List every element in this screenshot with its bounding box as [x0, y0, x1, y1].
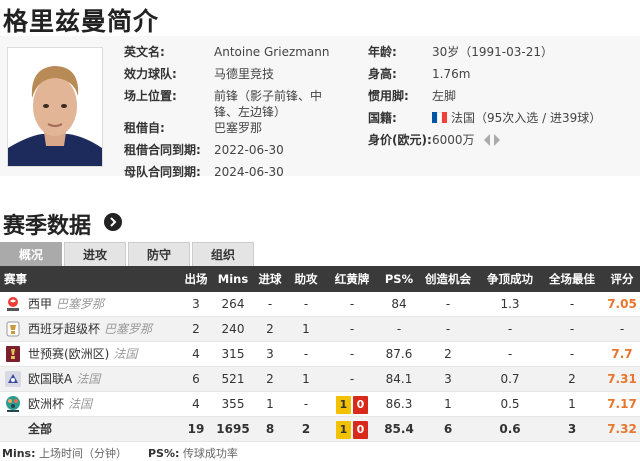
cell-mins: 240 [221, 322, 245, 336]
competition-logo-icon [4, 295, 22, 313]
cell-mins: 355 [221, 397, 245, 411]
cell-ps: 86.3 [385, 397, 413, 411]
cell-ps: 84 [391, 297, 407, 311]
competition-logo-icon [4, 345, 22, 363]
cell-rating: 7.7 [611, 347, 633, 361]
cell-chances: 6 [443, 422, 453, 436]
yellow-card-icon: 1 [336, 420, 351, 439]
team-name[interactable]: 巴塞罗那 [104, 322, 152, 336]
table-row: 世预赛(欧洲区) 法国 4 315 3 - - 87.6 2 - - 7.7 [0, 342, 640, 367]
cell-assists: 1 [302, 322, 310, 336]
competition-cell[interactable]: 欧国联A 法国 [28, 367, 100, 392]
cell-aerial: - [507, 347, 513, 361]
cell-apps: 3 [192, 297, 200, 311]
cell-aerial: 0.5 [500, 397, 520, 411]
cell-ps: 84.1 [385, 372, 413, 386]
cell-assists: - [303, 297, 309, 311]
cell-chances: - [445, 322, 451, 336]
tab-organize[interactable]: 组织 [192, 242, 254, 266]
team-name[interactable]: 法国 [113, 347, 137, 361]
cell-goals: 2 [266, 372, 274, 386]
cell-ps: - [396, 322, 402, 336]
france-flag-icon [432, 111, 447, 123]
total-label: 全部 [28, 422, 53, 436]
stats-table-header: 赛事 出场 Mins 进球 助攻 红黄牌 PS% 创造机会 争顶成功 全场最佳 … [0, 266, 640, 292]
cell-mins: 521 [221, 372, 245, 386]
competition-logo-icon [4, 395, 22, 413]
cell-goals: 8 [265, 422, 275, 436]
cell-cards: - [349, 322, 355, 336]
player-photo [7, 47, 103, 167]
cell-motm: 3 [567, 422, 577, 436]
value-trend-icon[interactable] [484, 134, 501, 150]
cell-assists: - [303, 397, 309, 411]
tab-overview[interactable]: 概况 [0, 242, 62, 266]
table-row: 欧国联A 法国 6 521 2 1 - 84.1 3 0.7 2 7.31 [0, 367, 640, 392]
cell-cards: - [349, 347, 355, 361]
cell-mins: 264 [221, 297, 245, 311]
competition-cell[interactable]: 西班牙超级杯 巴塞罗那 [28, 317, 152, 342]
table-legend: Mins: 上场时间（分钟） PS%: 传球成功率 [2, 447, 238, 460]
competition-cell[interactable]: 欧洲杯 法国 [28, 392, 92, 417]
cell-ps: 87.6 [385, 347, 413, 361]
cell-aerial: 1.3 [500, 297, 520, 311]
player-profile-card: 英文名: Antoine Griezmann 效力球队: 马德里竞技 场上位置:… [0, 36, 640, 179]
team-name[interactable]: 法国 [68, 397, 92, 411]
cell-rating: 7.17 [607, 397, 637, 411]
cell-aerial: 0.6 [499, 422, 521, 436]
page-title: 格里兹曼简介 [3, 7, 160, 36]
cell-motm: 1 [568, 397, 576, 411]
cell-motm: - [569, 322, 575, 336]
cell-ps: 85.4 [384, 422, 414, 436]
cell-cards: - [349, 297, 355, 311]
cell-cards: 10 [336, 417, 368, 442]
red-card-icon: 0 [353, 395, 368, 414]
cell-assists: 1 [302, 372, 310, 386]
cell-chances: - [445, 297, 451, 311]
team-name[interactable]: 巴塞罗那 [56, 297, 104, 311]
cell-rating: - [619, 322, 625, 336]
cell-apps: 4 [192, 397, 200, 411]
cell-mins: 1695 [216, 422, 250, 436]
cell-cards: - [349, 372, 355, 386]
tab-defense[interactable]: 防守 [128, 242, 190, 266]
red-card-icon: 0 [353, 420, 368, 439]
cell-assists: - [303, 347, 309, 361]
tab-attack[interactable]: 进攻 [64, 242, 126, 266]
competition-logo-icon [4, 370, 22, 388]
cell-goals: 3 [266, 347, 274, 361]
cell-chances: 1 [444, 397, 452, 411]
competition-logo-icon [4, 320, 22, 338]
cell-goals: 2 [266, 322, 274, 336]
table-row: 西甲 巴塞罗那 3 264 - - - 84 - 1.3 - 7.05 [0, 292, 640, 317]
cell-apps: 19 [187, 422, 205, 436]
cell-apps: 2 [192, 322, 200, 336]
cell-motm: - [569, 347, 575, 361]
team-name[interactable]: 法国 [76, 372, 100, 386]
cell-rating: 7.32 [607, 422, 637, 436]
cell-cards: 10 [336, 392, 368, 417]
arrow-right-circle-icon[interactable] [104, 213, 122, 231]
cell-goals: 1 [266, 397, 274, 411]
table-row: 欧洲杯 法国 4 355 1-1 0 86.3 1 0.5 1 7.17 [0, 392, 640, 417]
cell-rating: 7.31 [607, 372, 637, 386]
cell-apps: 4 [192, 347, 200, 361]
cell-motm: 2 [568, 372, 576, 386]
competition-cell[interactable]: 世预赛(欧洲区) 法国 [28, 342, 137, 367]
competition-cell[interactable]: 西甲 巴塞罗那 [28, 292, 104, 317]
cell-chances: 3 [444, 372, 452, 386]
cell-rating: 7.05 [607, 297, 637, 311]
cell-assists: 2 [301, 422, 311, 436]
cell-motm: - [569, 297, 575, 311]
cell-goals: - [267, 297, 273, 311]
cell-aerial: - [507, 322, 513, 336]
table-row: 西班牙超级杯 巴塞罗那 2 240 2 1 - - - - - - [0, 317, 640, 342]
cell-aerial: 0.7 [500, 372, 520, 386]
season-stats-title: 赛季数据 [3, 214, 92, 239]
cell-mins: 315 [221, 347, 245, 361]
cell-chances: 2 [444, 347, 452, 361]
yellow-card-icon: 1 [336, 395, 351, 414]
table-total-row: 全部 19 1695 8 2 1 0 85.4 6 0.6 3 7.32 [0, 417, 640, 442]
cell-apps: 6 [192, 372, 200, 386]
